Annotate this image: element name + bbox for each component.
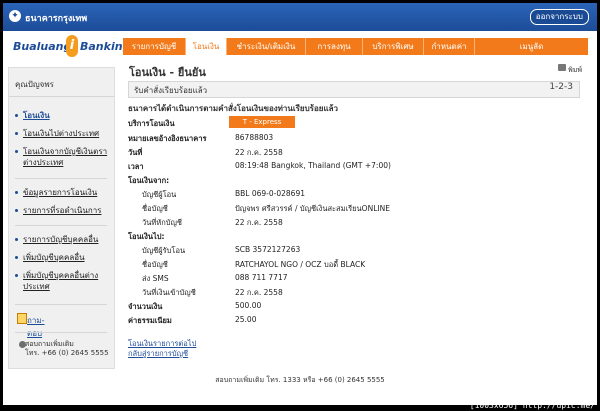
nav-investment[interactable]: การลงทุน (306, 38, 363, 55)
service-badge: T - Express (229, 116, 295, 128)
bank-logo-icon: ✦ (9, 10, 21, 22)
status-text: รับคำสั่งเรียบร้อยแล้ว (134, 86, 208, 95)
watermark: [1003x656] http://upic.me/ (469, 401, 595, 410)
bullet-icon (15, 150, 18, 153)
bullet-icon (15, 114, 18, 117)
print-icon (558, 64, 567, 71)
bank-name: ธนาคารกรุงเทพ (25, 14, 88, 24)
main-content: โอนเงิน - ยืนยัน พิมพ์ รับคำสั่งเรียบร้อ… (123, 61, 588, 361)
nav-payment[interactable]: ชำระเงิน/เติมเงิน (227, 38, 306, 55)
main-nav: รายการบัญชี โอนเงิน ชำระเงิน/เติมเงิน กา… (123, 38, 588, 55)
back-to-accounts-link[interactable]: กลับสู่รายการบัญชี (128, 348, 188, 360)
status-bar: รับคำสั่งเรียบร้อยแล้ว 1-2-3 (128, 81, 580, 98)
nav-transfer[interactable]: โอนเงิน (186, 38, 227, 55)
bullet-icon (15, 132, 18, 135)
logout-button[interactable]: ออกจากระบบ (529, 9, 589, 25)
sidebar-divider (15, 178, 107, 179)
bullet-icon (15, 209, 18, 212)
brand-part-1: Bualuang (13, 40, 72, 53)
bullet-icon (15, 274, 18, 277)
nav-special-services[interactable]: บริการพิเศษ (363, 38, 424, 55)
help-icon (17, 313, 27, 324)
sidebar-divider (15, 225, 107, 226)
nav-settings[interactable]: กำหนดค่า (424, 38, 475, 55)
sidebar-divider (15, 304, 107, 305)
sidebar-divider (15, 332, 107, 333)
browser-page: ✦ ธนาคารกรุงเทพ ออกจากระบบ Bualuang i Ba… (3, 3, 597, 405)
nav-shortcut-menu[interactable]: เมนูลัด (475, 38, 588, 55)
confirmation-message: ธนาคารได้ดำเนินการตามคำสั่งโอนเงินของท่า… (128, 104, 339, 113)
nav-accounts[interactable]: รายการบัญชี (123, 38, 186, 55)
sidebar-contact: สอบถามเพิ่มเติม โทร. +66 (0) 2645 5555 (19, 340, 109, 358)
sidebar-user-name: คุณปัญจพร (9, 68, 114, 97)
phone-icon (19, 341, 26, 348)
bullet-icon (15, 238, 18, 241)
sidebar: คุณปัญจพร โอนเงิน โอนเงินไปต่างประเทศ โอ… (8, 67, 115, 369)
top-bar: ✦ ธนาคารกรุงเทพ ออกจากระบบ (3, 3, 597, 31)
step-indicator: 1-2-3 (549, 82, 573, 92)
bullet-icon (15, 191, 18, 194)
bullet-icon (15, 256, 18, 259)
page-title: โอนเงิน - ยืนยัน (129, 66, 206, 79)
footer: สอบถามเพิ่มเติม โทร. 1333 หรือ +66 (0) 2… (215, 376, 385, 384)
print-button[interactable]: พิมพ์ (558, 64, 582, 76)
brand-part-2: i (66, 35, 78, 57)
